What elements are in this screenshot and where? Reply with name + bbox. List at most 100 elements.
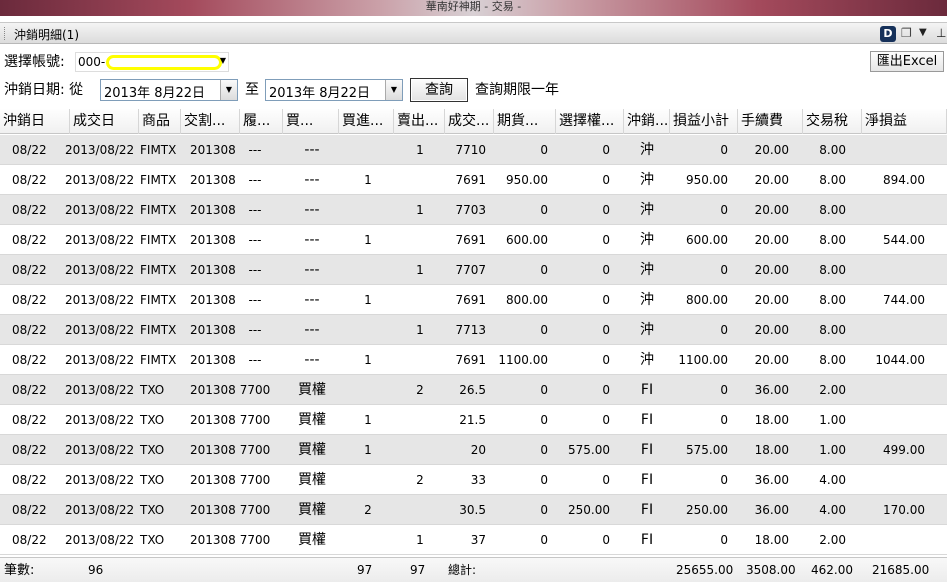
cell-trade-price: 20 — [470, 443, 486, 457]
table-row[interactable]: 08/22 2013/08/22 TXO 201308 7700 買權 1 37 0 0 FI 0 18… — [0, 525, 947, 555]
column-header-tax[interactable]: 交易稅 — [803, 109, 862, 134]
chevron-down-icon[interactable]: ▼ — [919, 27, 927, 38]
cell-call-put: 買權 — [298, 382, 326, 398]
cell-buy-qty: 1 — [364, 353, 372, 367]
cell-futures-pnl: 950.00 — [506, 173, 548, 187]
count-value: 96 — [88, 563, 104, 577]
table-row[interactable]: 08/22 2013/08/22 FIMTX 201308 --- --- 1 7713 0 0 沖… — [0, 315, 947, 345]
cell-net-pnl: 744.00 — [883, 293, 925, 307]
column-header-pnl-subtotal[interactable]: 損益小計 — [670, 109, 738, 134]
cell-delivery-month: 201308 — [190, 503, 236, 517]
settlement-grid[interactable]: 沖銷日 成交日 商品 交割... 履... 買... 買進... 賣出... 成交... 期貨..… — [0, 109, 947, 582]
table-row[interactable]: 08/22 2013/08/22 FIMTX 201308 --- --- 1 7691 800… — [0, 285, 947, 315]
cell-tax: 2.00 — [819, 383, 846, 397]
d-logo-icon[interactable]: D — [880, 26, 896, 42]
cell-net-pnl: 170.00 — [883, 503, 925, 517]
pin-icon[interactable]: ⊥ — [936, 26, 946, 40]
cell-trade-date: 2013/08/22 — [65, 473, 135, 487]
cell-delivery-month: 201308 — [190, 143, 236, 157]
cell-strike: --- — [248, 353, 262, 367]
cell-options-pnl: 0 — [602, 233, 610, 247]
cell-options-pnl: 0 — [602, 353, 610, 367]
cell-trade-price: 7691 — [455, 293, 486, 307]
cell-options-pnl: 0 — [602, 383, 610, 397]
cell-strike: 7700 — [239, 473, 271, 487]
tax-total: 462.00 — [811, 563, 853, 577]
cell-offset-type: FI — [640, 442, 654, 458]
cell-trade-price: 26.5 — [459, 383, 486, 397]
cell-trade-date: 2013/08/22 — [65, 293, 135, 307]
date-from-picker[interactable]: 2013年 8月22日 ▼ — [100, 79, 238, 101]
export-excel-button[interactable]: 匯出Excel — [870, 51, 944, 72]
column-header-options-pnl[interactable]: 選擇權... — [556, 109, 624, 134]
account-value: 000- — [78, 55, 106, 69]
cell-buy-qty: 1 — [364, 233, 372, 247]
column-header-fee[interactable]: 手續費 — [738, 109, 803, 134]
cell-tax: 2.00 — [819, 533, 846, 547]
column-header-sell-qty[interactable]: 賣出... — [394, 109, 445, 134]
cell-call-put: 買權 — [298, 442, 326, 458]
cell-pnl-subtotal: 0 — [720, 263, 728, 277]
window-restore-icon[interactable]: ❐ — [901, 26, 912, 40]
column-header-offset-type[interactable]: 沖銷... — [624, 109, 670, 134]
calendar-dropdown-icon[interactable]: ▼ — [220, 80, 237, 100]
table-row[interactable]: 08/22 2013/08/22 FIMTX 201308 --- --- 1 7691 600… — [0, 225, 947, 255]
table-row[interactable]: 08/22 2013/08/22 FIMTX 201308 --- --- 1 7691 950… — [0, 165, 947, 195]
redaction-highlight — [106, 55, 222, 70]
table-row[interactable]: 08/22 2013/08/22 TXO 201308 7700 買權 1 20 0 575.00… — [0, 435, 947, 465]
cell-sell-qty: 1 — [416, 323, 424, 337]
column-header-settle-date[interactable]: 沖銷日 — [0, 109, 70, 134]
cell-call-put: 買權 — [298, 532, 326, 548]
cell-tax: 8.00 — [819, 143, 846, 157]
column-header-trade-date[interactable]: 成交日 — [70, 109, 139, 134]
cell-pnl-subtotal: 0 — [720, 383, 728, 397]
column-header-call-put[interactable]: 買... — [283, 109, 339, 134]
table-row[interactable]: 08/22 2013/08/22 TXO 201308 7700 買權 2 26.5 0 0 FI 0… — [0, 375, 947, 405]
account-select[interactable]: 000- ▼ — [75, 52, 229, 72]
cell-pnl-subtotal: 600.00 — [686, 233, 728, 247]
table-row[interactable]: 08/22 2013/08/22 TXO 201308 7700 買權 2 30.5 0 250.… — [0, 495, 947, 525]
cell-trade-date: 2013/08/22 — [65, 443, 135, 457]
table-row[interactable]: 08/22 2013/08/22 FIMTX 201308 --- --- 1 7707 0 0 沖… — [0, 255, 947, 285]
cell-delivery-month: 201308 — [190, 293, 236, 307]
table-row[interactable]: 08/22 2013/08/22 FIMTX 201308 --- --- 1 7710 0 0 沖… — [0, 135, 947, 165]
table-row[interactable]: 08/22 2013/08/22 TXO 201308 7700 買權 1 21.5 0 0 FI 0… — [0, 405, 947, 435]
column-header-strike[interactable]: 履... — [240, 109, 283, 134]
cell-settle-date: 08/22 — [12, 503, 47, 517]
cell-trade-price: 7703 — [455, 203, 486, 217]
calendar-dropdown-icon[interactable]: ▼ — [385, 80, 402, 100]
cell-futures-pnl: 0 — [540, 413, 548, 427]
cell-sell-qty: 1 — [416, 263, 424, 277]
table-row[interactable]: 08/22 2013/08/22 FIMTX 201308 --- --- 1 7703 0 0 沖… — [0, 195, 947, 225]
cell-fee: 36.00 — [754, 473, 789, 487]
date-to-picker[interactable]: 2013年 8月22日 ▼ — [265, 79, 403, 101]
cell-pnl-subtotal: 0 — [720, 203, 728, 217]
cell-offset-type: FI — [640, 502, 654, 518]
cell-strike: 7700 — [239, 533, 271, 547]
cell-call-put: --- — [304, 322, 320, 338]
column-header-product[interactable]: 商品 — [139, 109, 181, 134]
column-header-trade-price[interactable]: 成交... — [445, 109, 494, 134]
query-button[interactable]: 查詢 — [410, 78, 468, 102]
cell-pnl-subtotal: 800.00 — [686, 293, 728, 307]
column-header-delivery-month[interactable]: 交割... — [181, 109, 240, 134]
table-row[interactable]: 08/22 2013/08/22 TXO 201308 7700 買權 2 33 0 0 FI 0 36… — [0, 465, 947, 495]
cell-sell-qty — [400, 345, 440, 375]
panel-title: 沖銷明細(1) — [14, 28, 79, 42]
chevron-down-icon[interactable]: ▼ — [220, 56, 226, 65]
table-row[interactable]: 08/22 2013/08/22 FIMTX 201308 --- --- 1 7691 110… — [0, 345, 947, 375]
column-header-buy-qty[interactable]: 買進... — [339, 109, 394, 134]
column-header-net-pnl[interactable]: 淨損益 — [862, 109, 947, 134]
cell-fee: 20.00 — [754, 233, 789, 247]
cell-futures-pnl: 0 — [540, 473, 548, 487]
cell-product: FIMTX — [140, 173, 177, 187]
cell-futures-pnl: 0 — [540, 323, 548, 337]
cell-futures-pnl: 800.00 — [506, 293, 548, 307]
cell-call-put: --- — [304, 262, 320, 278]
cell-pnl-subtotal: 0 — [720, 473, 728, 487]
grip-handle[interactable] — [4, 27, 7, 40]
cell-settle-date: 08/22 — [12, 263, 47, 277]
column-header-futures-pnl[interactable]: 期貨... — [494, 109, 556, 134]
cell-fee: 20.00 — [754, 143, 789, 157]
cell-pnl-subtotal: 1100.00 — [678, 353, 728, 367]
